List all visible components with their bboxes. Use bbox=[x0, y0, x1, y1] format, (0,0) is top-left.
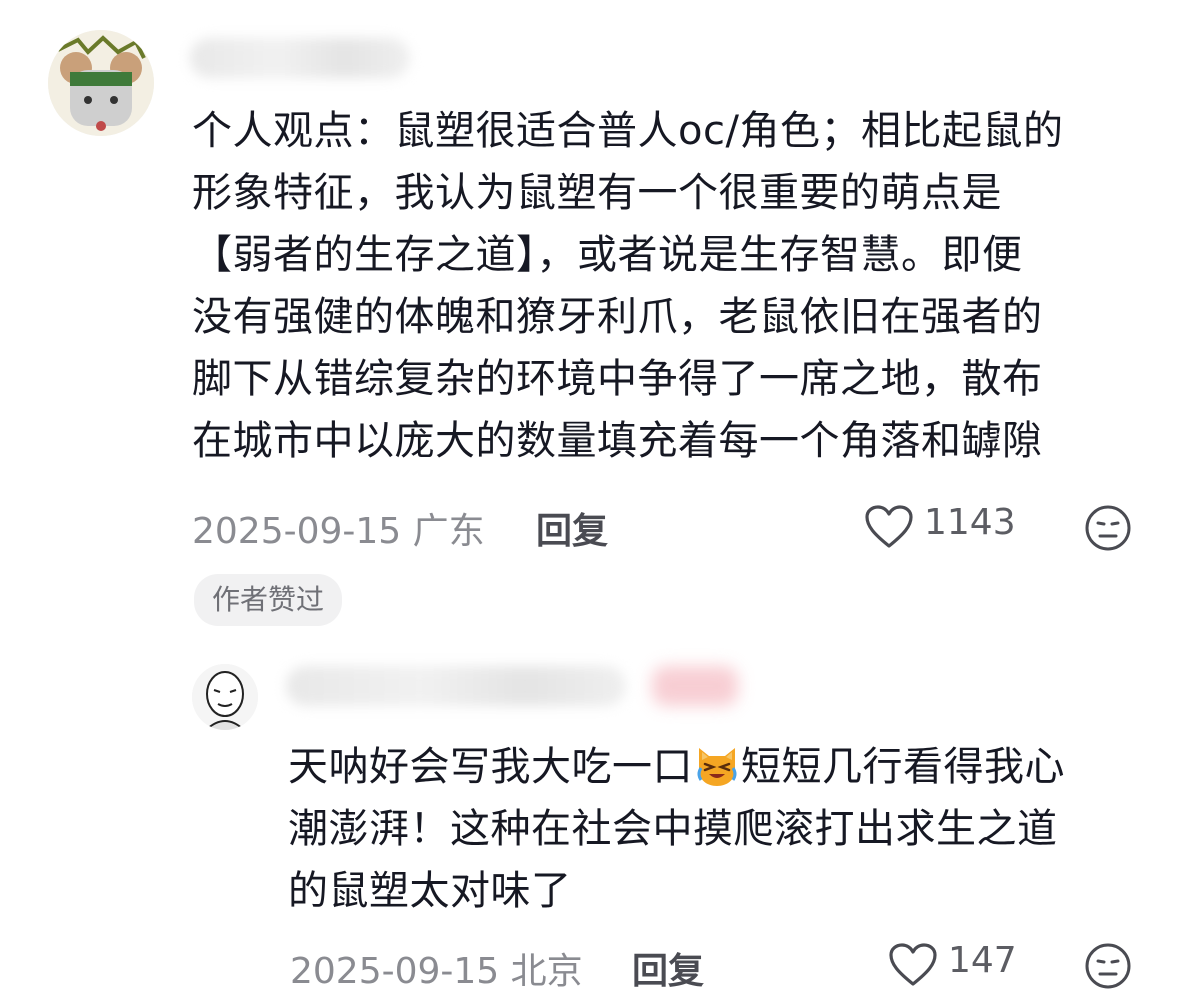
reply-button[interactable]: 回复 bbox=[536, 502, 608, 554]
reply-button[interactable]: 回复 bbox=[632, 942, 704, 994]
comment-line: 没有强健的体魄和獠牙利爪，老鼠依旧在强者的 bbox=[192, 294, 1043, 340]
comment-text: 短短几行看得我心 bbox=[741, 744, 1065, 790]
author-liked-badge: 作者赞过 bbox=[194, 574, 343, 626]
comment-line: 在城市中以庞大的数量填充着每一个角落和罅隙 bbox=[192, 418, 1043, 464]
heart-outline-icon[interactable] bbox=[864, 504, 914, 550]
comment-text: 天呐好会写我大吃一口 bbox=[288, 744, 693, 790]
username-blurred[interactable] bbox=[286, 666, 626, 706]
comment-line: 天呐好会写我大吃一口 短短几行看得我心 bbox=[288, 736, 1065, 798]
user-avatar[interactable] bbox=[192, 664, 258, 730]
comment-date-location: 2025-09-15 北京 bbox=[290, 951, 583, 992]
comment-line: 【弱者的生存之道】，或者说是生存智慧。即便 bbox=[192, 232, 1023, 278]
comment-line: 潮澎湃！这种在社会中摸爬滚打出求生之道 bbox=[288, 806, 1058, 852]
comment-date-location: 2025-09-15 广东 bbox=[192, 511, 485, 552]
crying-cat-emoji bbox=[693, 740, 741, 788]
comment-line: 的鼠塑太对味了 bbox=[288, 868, 572, 914]
like-count: 147 bbox=[948, 940, 1017, 981]
comment-line: 脚下从错综复杂的环境中争得了一席之地，散布 bbox=[192, 356, 1043, 402]
meh-face-icon[interactable] bbox=[1084, 504, 1132, 552]
username-blurred[interactable] bbox=[190, 38, 410, 78]
like-count: 1143 bbox=[924, 502, 1016, 543]
comment-line: 个人观点：鼠塑很适合普人oc/角色；相比起鼠的 bbox=[192, 108, 1064, 154]
meh-face-icon[interactable] bbox=[1084, 942, 1132, 990]
heart-outline-icon[interactable] bbox=[888, 942, 938, 988]
user-avatar[interactable] bbox=[48, 30, 154, 136]
reply-body: 天呐好会写我大吃一口 短短几行看得我心 潮澎湃！这种在社会中摸爬滚打出求生之道 … bbox=[288, 736, 1065, 922]
user-tag-blurred bbox=[652, 666, 738, 706]
comment-body: 个人观点：鼠塑很适合普人oc/角色；相比起鼠的 形象特征，我认为鼠塑有一个很重要… bbox=[192, 100, 1063, 472]
comment-line: 形象特征，我认为鼠塑有一个很重要的萌点是 bbox=[192, 170, 1002, 216]
